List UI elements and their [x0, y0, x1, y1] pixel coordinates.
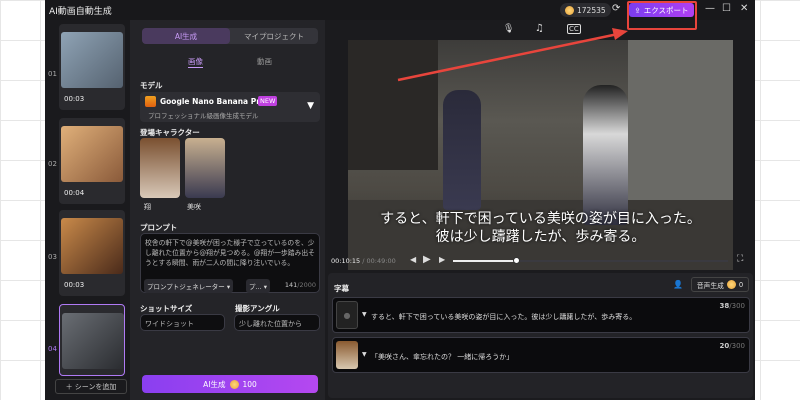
- annotation-arrow: [397, 28, 628, 82]
